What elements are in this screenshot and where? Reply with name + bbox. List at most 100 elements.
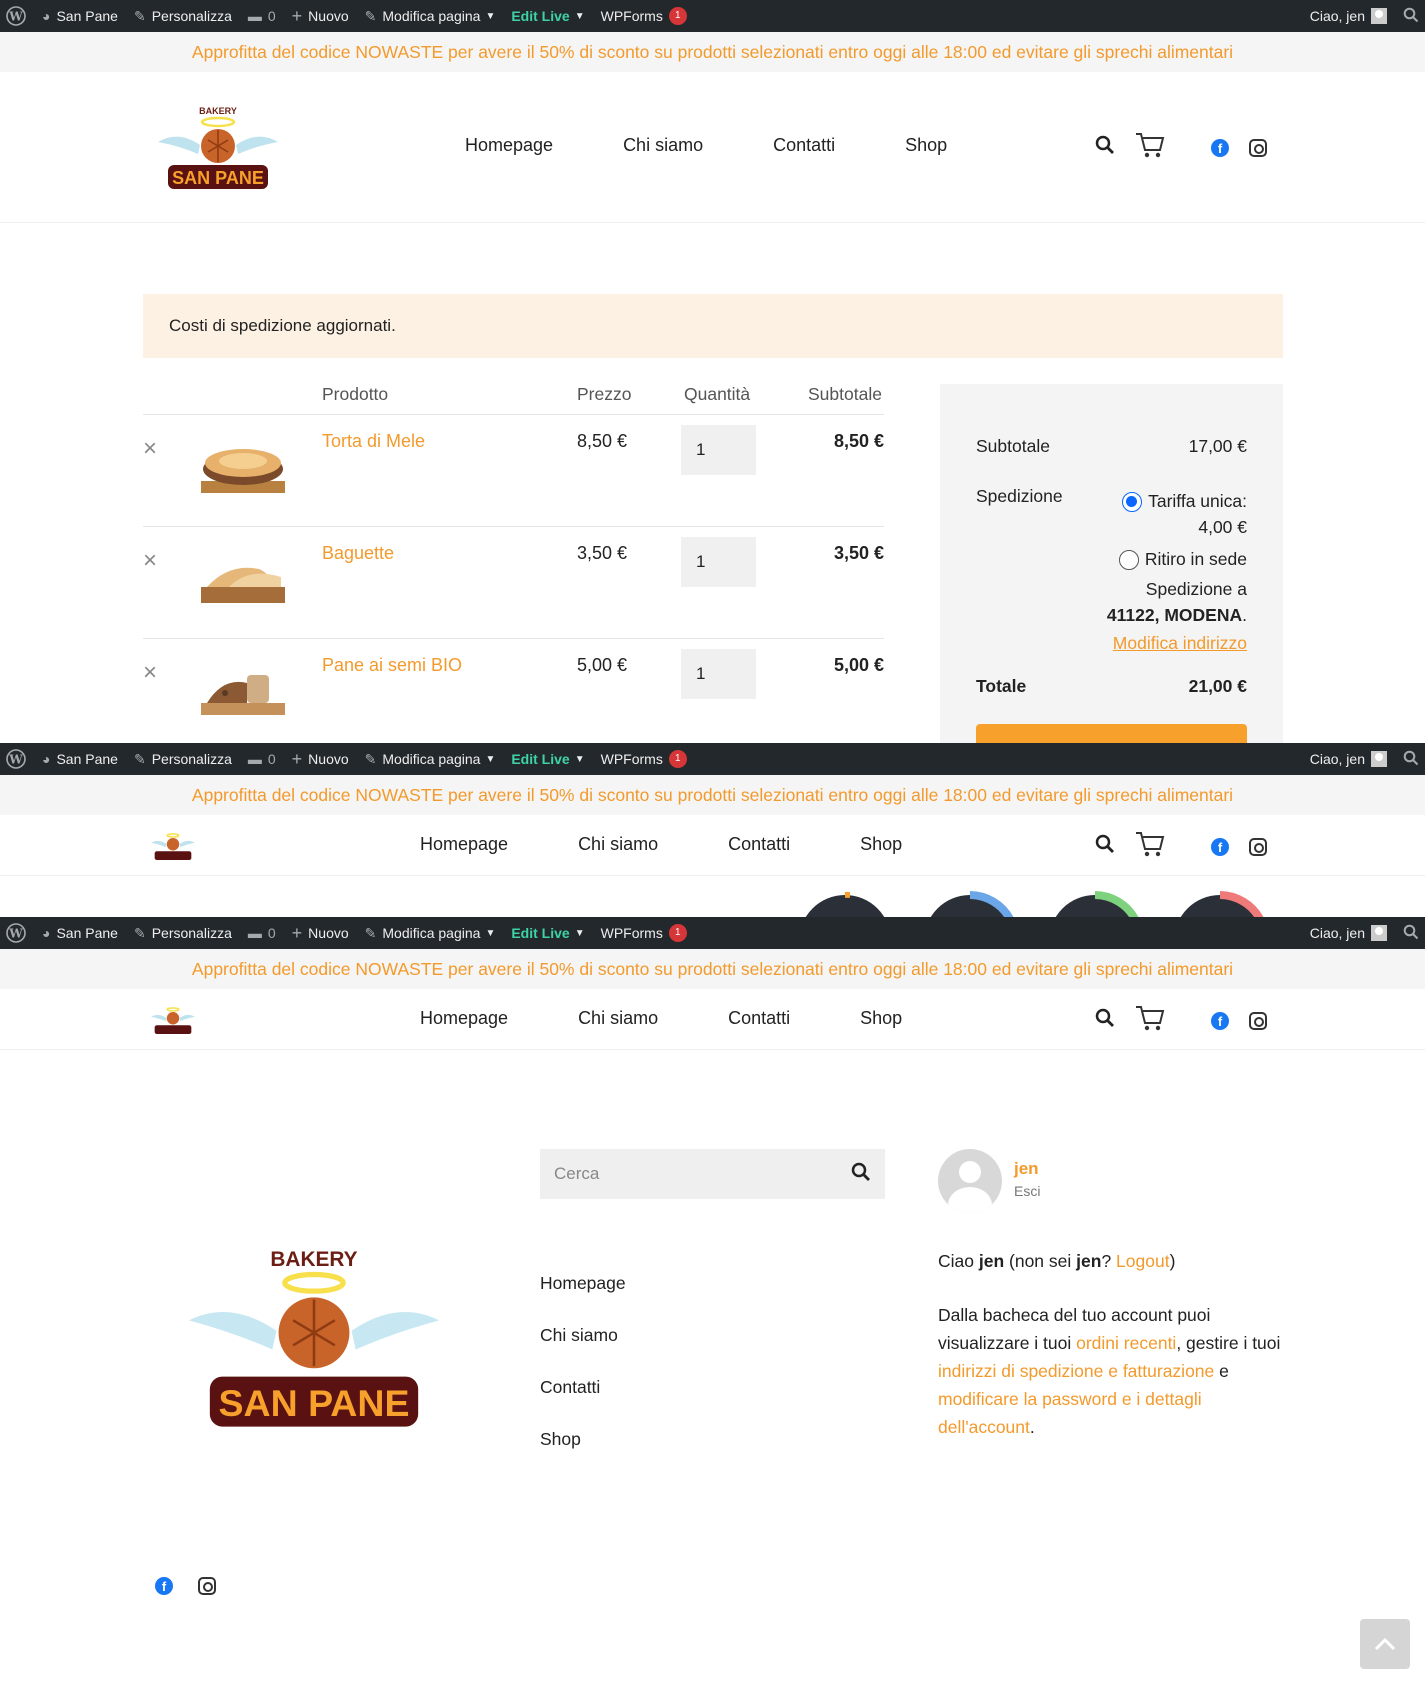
admin-edit-live-link[interactable]: Edit Live ▼ [511,925,584,941]
facebook-icon[interactable]: f [1211,837,1229,856]
radio-selected[interactable] [1122,492,1143,513]
remove-item-icon[interactable]: × [143,547,157,575]
radio-unselected[interactable] [1118,550,1139,571]
product-image-pane-semi[interactable] [199,659,287,721]
menu-item-chi-siamo[interactable]: Chi siamo [578,834,658,855]
shipping-option-pickup[interactable]: Ritiro in sede [1107,546,1247,572]
admin-wpforms-link[interactable]: WPForms 1 [601,7,687,25]
menu-item-shop[interactable]: Shop [905,135,947,156]
admin-comments-link[interactable]: ▬ 0 [248,751,276,767]
instagram-icon[interactable] [1249,138,1267,157]
menu-item-homepage[interactable]: Homepage [420,834,508,855]
cart-icon[interactable] [1135,131,1165,164]
site-logo[interactable] [151,1001,195,1042]
addresses-link[interactable]: indirizzi di spedizione e fatturazione [938,1361,1214,1381]
search-icon[interactable] [851,1162,871,1187]
remove-item-icon[interactable]: × [143,435,157,463]
recent-orders-link[interactable]: ordini recenti [1076,1333,1176,1353]
menu-item-homepage[interactable]: Homepage [465,135,553,156]
wordpress-icon[interactable]: W [6,6,26,26]
shipping-option-flat[interactable]: Tariffa unica: [1107,488,1247,514]
admin-site-link[interactable]: ◕ San Pane [42,751,118,767]
cart-icon[interactable] [1135,830,1165,863]
admin-customize-link[interactable]: ✎ Personalizza [134,925,232,942]
main-menu: Homepage Chi siamo Contatti Shop [465,135,1017,156]
logout-link[interactable]: Logout [1116,1251,1170,1271]
product-name-link[interactable]: Torta di Mele [322,431,425,452]
product-subtotal: 8,50 € [833,431,884,451]
menu-item-contatti[interactable]: Contatti [773,135,835,156]
account-details-link[interactable]: modificare la password e i dettagli dell… [938,1389,1202,1437]
admin-search-icon[interactable] [1403,7,1419,26]
menu-item-shop[interactable]: Shop [860,834,902,855]
admin-customize-link[interactable]: ✎ Personalizza [134,8,232,25]
account-logout-link[interactable]: Esci [1014,1183,1040,1199]
admin-greeting[interactable]: Ciao, jen [1310,925,1365,941]
admin-customize-link[interactable]: ✎ Personalizza [134,751,232,768]
cart-icon[interactable] [1135,1004,1165,1037]
facebook-icon[interactable]: f [1211,138,1229,157]
footer-link-chi-siamo[interactable]: Chi siamo [540,1309,626,1361]
admin-site-link[interactable]: ◕ San Pane [42,925,118,941]
menu-item-homepage[interactable]: Homepage [420,1008,508,1029]
product-name-link[interactable]: Pane ai semi BIO [322,655,462,676]
wordpress-icon[interactable]: W [6,749,26,769]
admin-site-link[interactable]: ◕ San Pane [42,8,118,24]
instagram-icon[interactable] [1249,837,1267,856]
admin-edit-page-link[interactable]: ✎ Modifica pagina ▼ [365,751,496,768]
totals-subtotal-label: Subtotale [976,436,1050,456]
admin-edit-page-link[interactable]: ✎ Modifica pagina ▼ [365,925,496,942]
facebook-icon[interactable]: f [155,1577,173,1595]
change-address-link[interactable]: Modifica indirizzo [1107,630,1247,656]
sticky-header: Homepage Chi siamo Contatti Shop f [0,815,1425,876]
admin-edit-live-link[interactable]: Edit Live ▼ [511,8,584,24]
user-avatar[interactable] [938,1149,1002,1213]
facebook-icon[interactable]: f [1211,1011,1229,1030]
admin-comments-link[interactable]: ▬ 0 [248,8,276,24]
admin-edit-page-link[interactable]: ✎ Modifica pagina ▼ [365,8,496,25]
site-logo[interactable] [151,827,195,868]
admin-wpforms-link[interactable]: WPForms 1 [601,750,687,768]
menu-item-chi-siamo[interactable]: Chi siamo [623,135,703,156]
product-image-baguette[interactable] [199,547,287,609]
product-name-link[interactable]: Baguette [322,543,394,564]
site-logo[interactable]: BAKERY SAN PANE [158,100,278,201]
admin-new-link[interactable]: + Nuovo [292,749,349,770]
footer-link-contatti[interactable]: Contatti [540,1361,626,1413]
avatar[interactable] [1371,925,1387,941]
footer-link-homepage[interactable]: Homepage [540,1257,626,1309]
search-icon[interactable] [1095,135,1115,160]
admin-wpforms-link[interactable]: WPForms 1 [601,924,687,942]
checkout-button[interactable] [976,724,1247,743]
admin-edit-live-link[interactable]: Edit Live ▼ [511,751,584,767]
menu-item-chi-siamo[interactable]: Chi siamo [578,1008,658,1029]
account-username[interactable]: jen [1014,1159,1040,1179]
footer-search[interactable]: Cerca [540,1149,885,1199]
quantity-input[interactable]: 1 [681,425,756,475]
scroll-to-top-button[interactable] [1360,1619,1410,1669]
admin-greeting[interactable]: Ciao, jen [1310,8,1365,24]
admin-new-link[interactable]: + Nuovo [292,6,349,27]
menu-item-contatti[interactable]: Contatti [728,834,790,855]
footer-search-input[interactable]: Cerca [554,1164,851,1184]
admin-new-link[interactable]: + Nuovo [292,923,349,944]
instagram-icon[interactable] [1249,1011,1267,1030]
avatar[interactable] [1371,8,1387,24]
admin-greeting[interactable]: Ciao, jen [1310,751,1365,767]
menu-item-shop[interactable]: Shop [860,1008,902,1029]
search-icon[interactable] [1095,1008,1115,1033]
admin-search-icon[interactable] [1403,924,1419,943]
wordpress-icon[interactable]: W [6,923,26,943]
quantity-input[interactable]: 1 [681,537,756,587]
footer-link-shop[interactable]: Shop [540,1413,626,1465]
product-image-torta[interactable] [199,435,287,497]
remove-item-icon[interactable]: × [143,659,157,687]
avatar[interactable] [1371,751,1387,767]
quantity-input[interactable]: 1 [681,649,756,699]
instagram-icon[interactable] [198,1577,216,1595]
footer-logo[interactable]: BAKERY SAN PANE [178,1237,450,1442]
admin-comments-link[interactable]: ▬ 0 [248,925,276,941]
search-icon[interactable] [1095,834,1115,859]
admin-search-icon[interactable] [1403,750,1419,769]
menu-item-contatti[interactable]: Contatti [728,1008,790,1029]
